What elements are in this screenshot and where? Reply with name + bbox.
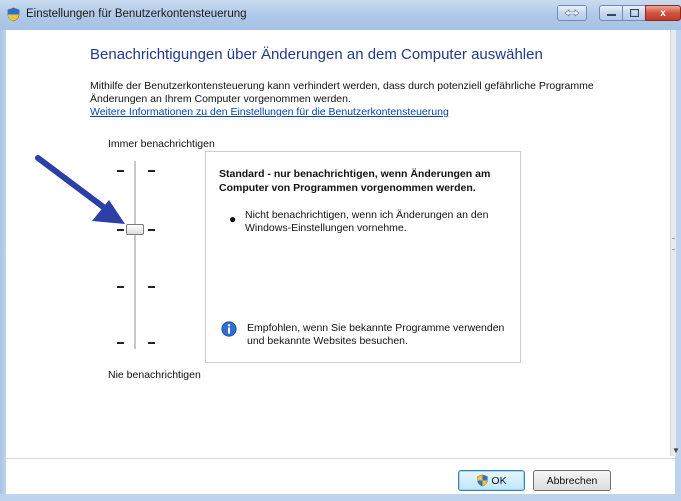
slider-tick-right xyxy=(148,286,155,288)
slider-tick-left xyxy=(117,286,124,288)
minimize-icon xyxy=(606,14,616,16)
minimize-button[interactable] xyxy=(599,5,623,21)
window-title: Einstellungen für Benutzerkontensteuerun… xyxy=(26,8,247,20)
uac-shield-icon xyxy=(477,474,489,487)
bullet-icon: ● xyxy=(229,212,237,226)
level-bullet-text: Nicht benachrichtigen, wenn ich Änderung… xyxy=(245,209,489,234)
cancel-button-label: Abbrechen xyxy=(546,474,598,487)
uac-shield-icon xyxy=(7,7,20,22)
slider-tick-left xyxy=(117,342,124,344)
scroll-grip[interactable] xyxy=(672,238,675,250)
page-heading: Benachrichtigungen über Änderungen an de… xyxy=(90,46,543,63)
more-info-link[interactable]: Weitere Informationen zu den Einstellung… xyxy=(90,106,449,118)
double-arrow-icon xyxy=(564,9,580,17)
scroll-down-arrow-icon[interactable]: ▼ xyxy=(672,446,680,455)
close-icon: x xyxy=(660,7,666,19)
title-bar[interactable]: Einstellungen für Benutzerkontensteuerun… xyxy=(0,0,681,31)
close-button[interactable]: x xyxy=(645,5,681,21)
description-text: Mithilfe der Benutzerkontensteuerung kan… xyxy=(90,80,594,105)
cancel-button[interactable]: Abbrechen xyxy=(533,470,611,491)
info-icon xyxy=(221,321,237,337)
maximize-icon xyxy=(629,9,639,17)
slider-tick-right xyxy=(148,229,155,231)
window-frame-bottom xyxy=(0,494,681,501)
recommendation-text: Empfohlen, wenn Sie bekannte Programme v… xyxy=(247,322,505,347)
level-title: Standard - nur benachrichtigen, wenn Änd… xyxy=(219,168,491,194)
maximize-button[interactable] xyxy=(622,5,646,21)
slider-top-label: Immer benachrichtigen xyxy=(108,138,215,150)
sync-button[interactable] xyxy=(557,5,587,21)
slider-tick-right xyxy=(148,342,155,344)
footer-divider xyxy=(6,458,675,459)
slider-bottom-label: Nie benachrichtigen xyxy=(108,369,201,381)
annotation-arrow-icon xyxy=(35,155,125,224)
slider-tick-right xyxy=(148,170,155,172)
ok-button[interactable]: OK xyxy=(458,470,525,491)
notification-level-slider[interactable] xyxy=(134,161,136,349)
ok-button-label: OK xyxy=(491,474,507,487)
